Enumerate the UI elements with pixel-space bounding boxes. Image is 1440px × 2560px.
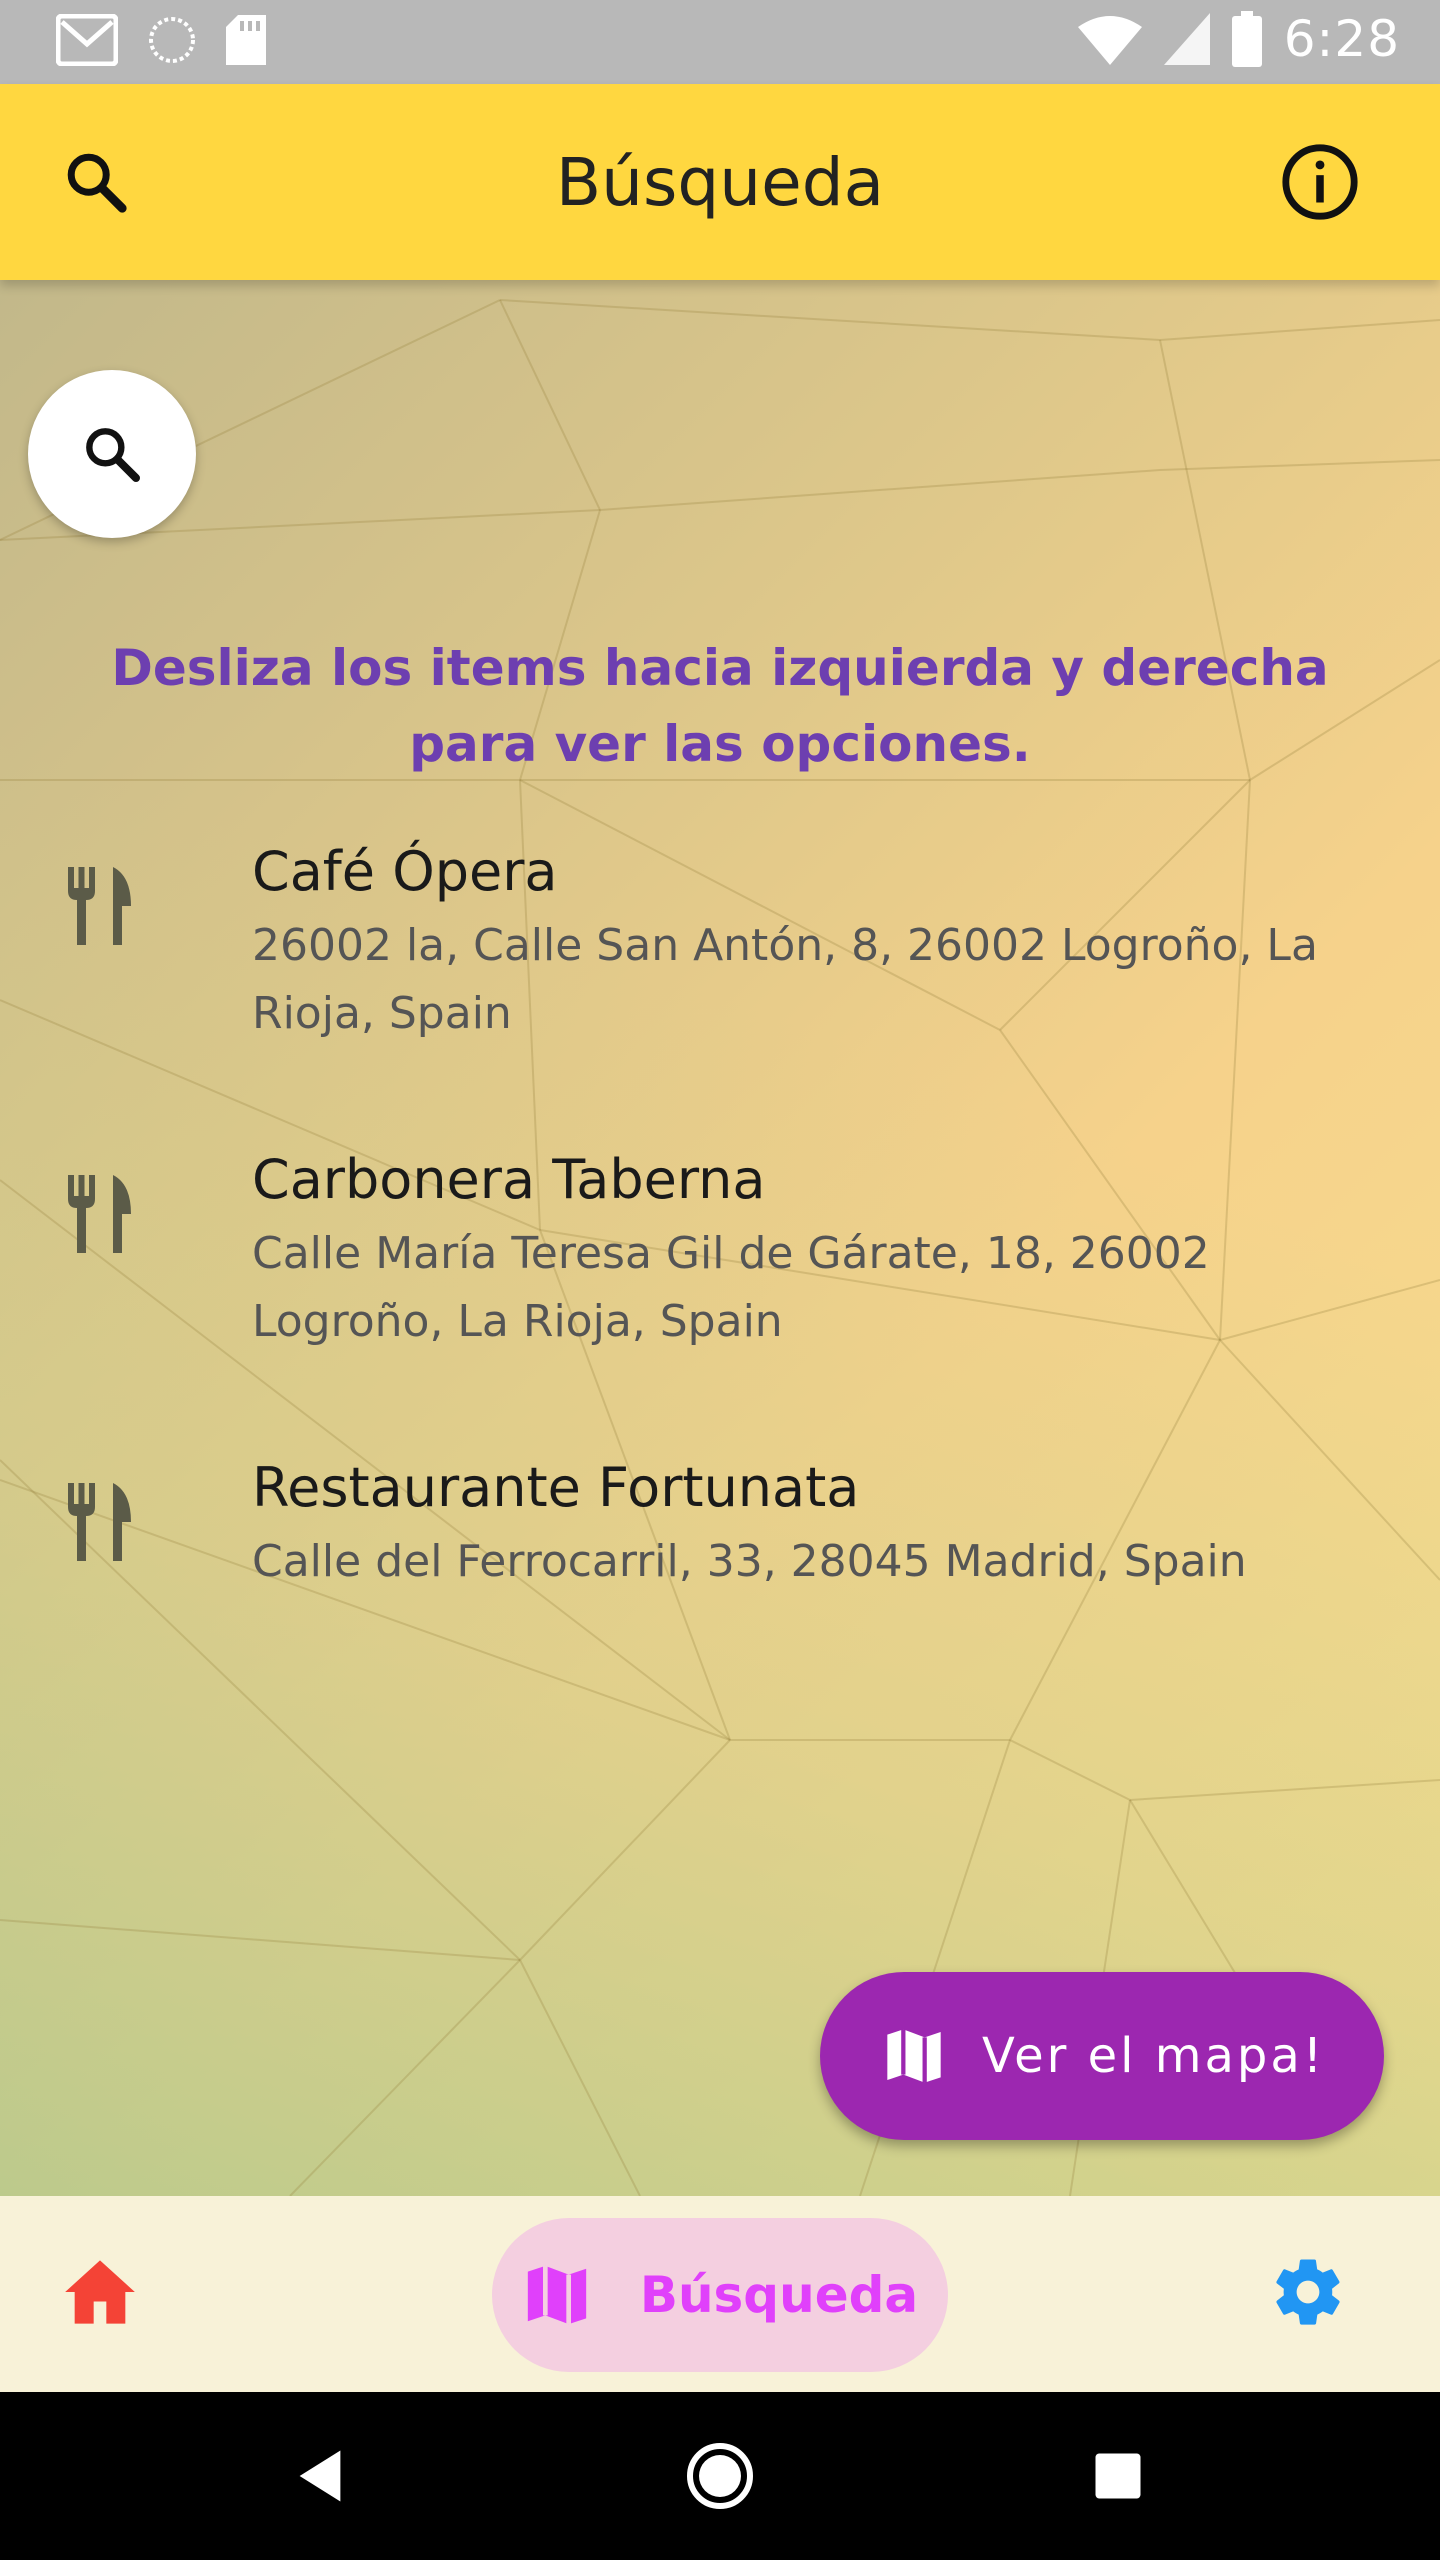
map-icon (887, 2029, 941, 2083)
result-address: Calle del Ferrocarril, 33, 28045 Madrid,… (252, 1536, 1247, 1587)
result-list: Café Ópera 26002 la, Calle San Antón, 8,… (0, 840, 1440, 1656)
status-time: 6:28 (1283, 10, 1400, 68)
restaurant-icon (68, 1483, 131, 1561)
settings-icon (1276, 2259, 1340, 2325)
nav-busqueda-label: Búsqueda (639, 2266, 919, 2324)
nav-busqueda[interactable]: Búsqueda (492, 2218, 948, 2372)
restaurant-icon (68, 867, 131, 945)
home-icon (65, 2260, 135, 2324)
list-item[interactable]: Carbonera Taberna Calle María Teresa Gil… (0, 1148, 1440, 1456)
list-item[interactable]: Restaurante Fortunata Calle del Ferrocar… (0, 1456, 1440, 1656)
view-map-label: Ver el mapa! (982, 2028, 1326, 2084)
home-circle-icon[interactable] (680, 2436, 760, 2516)
nav-home[interactable] (50, 2242, 150, 2342)
back-icon[interactable] (280, 2436, 360, 2516)
search-fab[interactable] (28, 370, 196, 538)
battery-icon (1231, 11, 1262, 67)
search-content: Desliza los items hacia izquierda y dere… (0, 280, 1440, 2196)
result-address: 26002 la, Calle San Antón, 8, 26002 Logr… (252, 920, 1318, 1039)
list-item[interactable]: Café Ópera 26002 la, Calle San Antón, 8,… (0, 840, 1440, 1148)
wifi-icon (1077, 16, 1142, 65)
restaurant-icon (68, 1175, 131, 1253)
result-name: Restaurante Fortunata (252, 1456, 860, 1519)
result-name: Carbonera Taberna (252, 1148, 766, 1211)
recents-icon[interactable] (1078, 2436, 1158, 2516)
info-icon[interactable] (1270, 132, 1370, 232)
nav-settings[interactable] (1258, 2242, 1358, 2342)
bottom-navigation: Búsqueda (0, 2196, 1440, 2392)
gmail-icon (56, 14, 118, 66)
search-icon (86, 428, 140, 482)
sync-icon (149, 17, 195, 63)
page-title: Búsqueda (555, 143, 885, 221)
system-navigation-bar (0, 2392, 1440, 2560)
swipe-hint: Desliza los items hacia izquierda y dere… (111, 639, 1329, 773)
sd-card-icon (226, 15, 266, 65)
app-bar: Búsqueda (0, 84, 1440, 280)
cell-signal-icon (1163, 13, 1210, 65)
view-map-button[interactable]: Ver el mapa! (820, 1972, 1384, 2140)
map-icon (527, 2265, 587, 2325)
status-bar: 6:28 (0, 0, 1440, 84)
result-address: Calle María Teresa Gil de Gárate, 18, 26… (252, 1228, 1210, 1347)
result-name: Café Ópera (252, 840, 558, 903)
